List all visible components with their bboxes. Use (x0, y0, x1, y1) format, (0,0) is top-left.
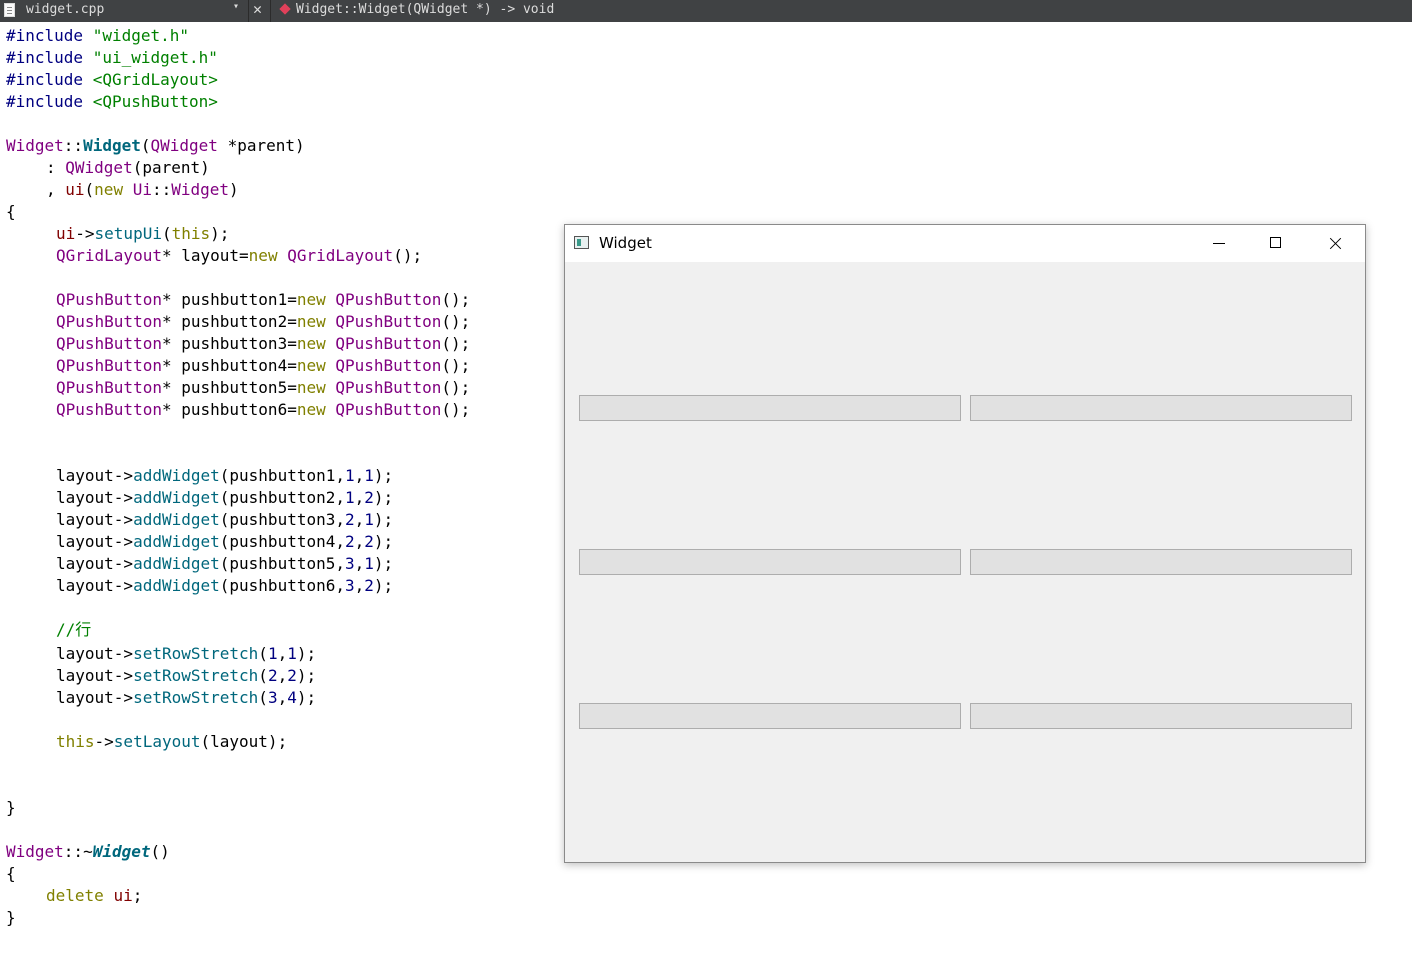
maximize-icon[interactable] (1247, 225, 1305, 262)
push-button-6[interactable] (970, 703, 1352, 729)
function-symbol-icon (279, 3, 291, 15)
code-line: Widget::Widget(QWidget *parent) (6, 136, 305, 155)
file-name-tab[interactable]: widget.cpp (26, 2, 104, 17)
file-dropdown-icon[interactable]: ▾ (233, 1, 239, 12)
window-titlebar[interactable]: Widget (565, 225, 1365, 262)
push-button-1[interactable] (579, 395, 961, 421)
code-line: { (6, 864, 16, 883)
code-line: layout->addWidget(pushbutton6,3,2); (56, 576, 394, 595)
file-icon (4, 3, 15, 17)
editor-tab-bar: widget.cpp ▾ ✕ Widget::Widget(QWidget *)… (0, 0, 1412, 22)
widget-window[interactable]: Widget (564, 224, 1366, 863)
code-line: QPushButton* pushbutton2=new QPushButton… (56, 312, 471, 331)
code-line: #include "widget.h" (6, 26, 190, 45)
close-file-icon[interactable]: ✕ (253, 0, 262, 18)
code-line: layout->addWidget(pushbutton5,3,1); (56, 554, 394, 573)
code-line: this->setLayout(layout); (56, 732, 288, 751)
code-line: ui->setupUi(this); (56, 224, 230, 243)
code-line: layout->addWidget(pushbutton4,2,2); (56, 532, 394, 551)
code-line: layout->setRowStretch(2,2); (56, 666, 317, 685)
code-line: delete ui; (46, 886, 143, 905)
code-line: QPushButton* pushbutton5=new QPushButton… (56, 378, 471, 397)
close-icon[interactable] (1305, 225, 1363, 262)
push-button-3[interactable] (579, 549, 961, 575)
window-title: Widget (599, 234, 652, 252)
code-line: layout->addWidget(pushbutton2,1,2); (56, 488, 394, 507)
code-line: #include "ui_widget.h" (6, 48, 218, 67)
push-button-2[interactable] (970, 395, 1352, 421)
code-line: QPushButton* pushbutton6=new QPushButton… (56, 400, 471, 419)
symbol-selector[interactable]: Widget::Widget(QWidget *) -> void (296, 2, 554, 17)
code-line: Widget::~Widget() (6, 842, 170, 861)
divider (248, 0, 249, 22)
code-line: : QWidget(parent) (46, 158, 210, 177)
code-line: #include <QPushButton> (6, 92, 218, 111)
window-icon (574, 236, 589, 249)
code-line: } (6, 798, 16, 817)
code-line: } (6, 908, 16, 927)
divider (270, 0, 271, 22)
code-line: QGridLayout* layout=new QGridLayout(); (56, 246, 423, 265)
code-line: layout->addWidget(pushbutton1,1,1); (56, 466, 394, 485)
code-line: layout->addWidget(pushbutton3,2,1); (56, 510, 394, 529)
code-line: , ui(new Ui::Widget) (46, 180, 239, 199)
code-line: QPushButton* pushbutton1=new QPushButton… (56, 290, 471, 309)
minimize-icon[interactable] (1189, 225, 1247, 262)
code-line: QPushButton* pushbutton4=new QPushButton… (56, 356, 471, 375)
code-line: layout->setRowStretch(1,1); (56, 644, 317, 663)
code-line: #include <QGridLayout> (6, 70, 218, 89)
code-line: QPushButton* pushbutton3=new QPushButton… (56, 334, 471, 353)
code-line: { (6, 202, 16, 221)
code-line: layout->setRowStretch(3,4); (56, 688, 317, 707)
code-comment: //行 (56, 620, 92, 639)
push-button-4[interactable] (970, 549, 1352, 575)
push-button-5[interactable] (579, 703, 961, 729)
